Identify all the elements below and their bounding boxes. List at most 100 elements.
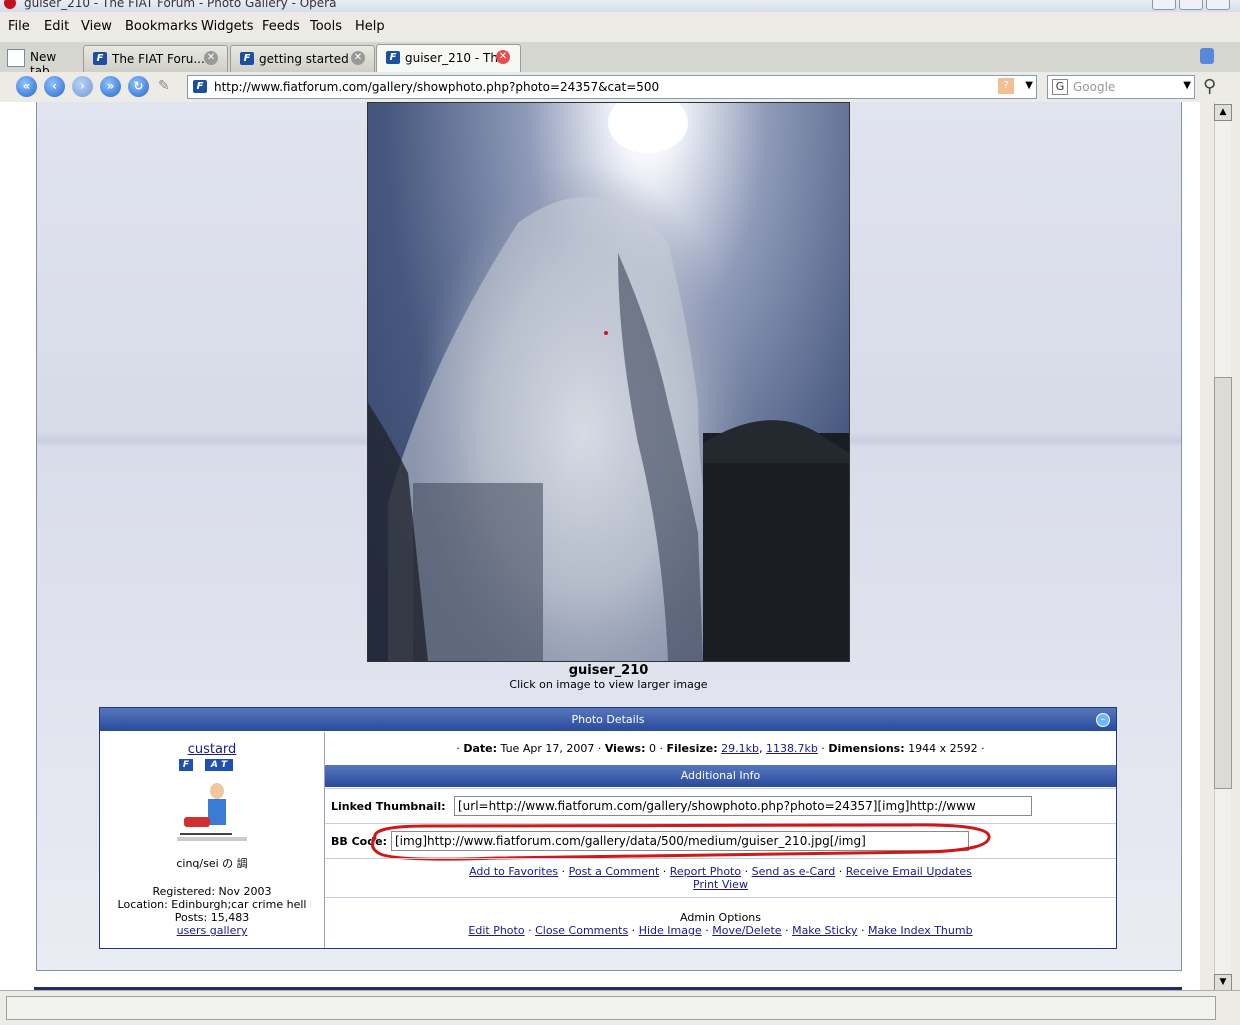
photo-info: · Date: Tue Apr 17, 2007 · Views: 0 · Fi… (325, 732, 1116, 948)
photo-image (368, 103, 849, 661)
google-icon: G (1052, 79, 1068, 95)
menu-view[interactable]: View (81, 19, 112, 34)
menu-bar: File Edit View Bookmarks Widgets Feeds T… (0, 12, 1240, 42)
photo-details-header: Photo Details – (100, 708, 1116, 731)
close-window-button[interactable] (1206, 0, 1230, 10)
close-tab-icon[interactable]: ✕ (496, 50, 510, 64)
additional-info-header: Additional Info (325, 765, 1116, 787)
reload-icon[interactable]: ↻ (128, 76, 149, 97)
window-title: guiser_210 - The FIAT Forum - Photo Gall… (24, 0, 337, 10)
date-value: Tue Apr 17, 2007 (500, 742, 595, 755)
photo-actions: Add to Favorites · Post a Comment · Repo… (325, 858, 1116, 897)
status-field (6, 996, 1216, 1020)
dimensions-value: 1944 x 2592 (908, 742, 978, 755)
add-to-favorites-link[interactable]: Add to Favorites (469, 865, 558, 878)
window-title-bar: guiser_210 - The FIAT Forum - Photo Gall… (0, 0, 1240, 12)
minimize-button[interactable] (1152, 0, 1176, 10)
filesize-label: Filesize: (666, 742, 718, 755)
hide-image-link[interactable]: Hide Image (639, 924, 702, 937)
date-label: Date: (463, 742, 498, 755)
back-icon[interactable]: ‹ (44, 76, 65, 97)
vertical-scrollbar[interactable]: ▲ ▼ (1200, 102, 1240, 991)
linked-thumbnail-label: Linked Thumbnail: (331, 800, 446, 813)
user-info: custard F A T cinq/sei の 調 Registered: N… (100, 732, 325, 948)
menu-feeds[interactable]: Feeds (262, 19, 300, 34)
site-favicon: F (193, 80, 207, 93)
users-gallery-link[interactable]: users gallery (100, 924, 324, 937)
search-icon[interactable]: ⚲ (1203, 76, 1216, 97)
close-tab-icon[interactable]: ✕ (204, 51, 218, 65)
status-bar (0, 990, 1240, 1025)
user-avatar: F A T (177, 759, 247, 843)
trash-icon[interactable] (1200, 48, 1214, 64)
avatar-badge-at: A T (205, 759, 233, 771)
filesize-original-link[interactable]: 1138.7kb (766, 742, 818, 755)
report-photo-link[interactable]: Report Photo (670, 865, 741, 878)
admin-actions-line: Edit Photo · Close Comments · Hide Image… (468, 924, 973, 937)
search-placeholder: Google (1073, 80, 1116, 94)
menu-file[interactable]: File (8, 19, 30, 34)
photo-details-title: Photo Details (571, 713, 645, 726)
avatar-shadow (177, 837, 247, 841)
move-delete-link[interactable]: Move/Delete (712, 924, 781, 937)
linked-thumbnail-field[interactable]: [url=http://www.fiatforum.com/gallery/sh… (454, 796, 1032, 816)
user-posts: Posts: 15,483 (174, 911, 250, 924)
search-field[interactable]: G Google ▼ (1047, 75, 1195, 99)
tab-guiser[interactable]: F guiser_210 - Th... ✕ (376, 44, 521, 73)
send-ecard-link[interactable]: Send as e-Card (752, 865, 836, 878)
edit-photo-link[interactable]: Edit Photo (468, 924, 524, 937)
admin-options: Admin Options Edit Photo · Close Comment… (325, 897, 1116, 949)
address-field[interactable]: F http://www.fiatforum.com/gallery/showp… (187, 75, 1037, 99)
fiat-forum-favicon: F (386, 51, 400, 64)
new-tab-button[interactable]: New tab (4, 46, 76, 78)
photo-caption: guiser_210 Click on image to view larger… (367, 663, 850, 691)
receive-email-updates-link[interactable]: Receive Email Updates (846, 865, 972, 878)
info-icon[interactable]: ? (998, 78, 1014, 94)
menu-help[interactable]: Help (355, 19, 385, 34)
user-tagline: cinq/sei の 調 (176, 857, 248, 870)
menu-widgets[interactable]: Widgets (201, 19, 254, 34)
menu-bookmarks[interactable]: Bookmarks (125, 19, 198, 34)
search-engine-dropdown-icon[interactable]: ▼ (1183, 80, 1191, 91)
address-url: http://www.fiatforum.com/gallery/showpho… (214, 80, 660, 94)
scroll-up-icon[interactable]: ▲ (1214, 104, 1232, 121)
scroll-down-icon[interactable]: ▼ (1214, 974, 1232, 991)
close-tab-icon[interactable]: ✕ (351, 51, 365, 65)
make-sticky-link[interactable]: Make Sticky (792, 924, 857, 937)
username-link[interactable]: custard (100, 742, 324, 757)
photo-details-panel: Photo Details – custard F A T cinq/sei の… (99, 707, 1117, 949)
photo-hint: Click on image to view larger image (509, 678, 708, 691)
views-value: 0 (649, 742, 656, 755)
forward-icon[interactable]: › (72, 76, 93, 97)
make-index-thumb-link[interactable]: Make Index Thumb (868, 924, 973, 937)
fiat-forum-favicon: F (93, 52, 107, 65)
tab-fiat-forum[interactable]: F The FIAT Foru...... ✕ (83, 45, 228, 72)
gallery-photo[interactable] (367, 102, 850, 662)
rewind-icon[interactable]: « (16, 76, 37, 97)
menu-edit[interactable]: Edit (44, 19, 69, 34)
address-dropdown-icon[interactable]: ▼ (1025, 80, 1033, 91)
dimensions-label: Dimensions: (828, 742, 905, 755)
linked-thumbnail-row: Linked Thumbnail: [url=http://www.fiatfo… (325, 788, 1116, 823)
tab-label: The FIAT Foru...... (112, 52, 217, 66)
post-comment-link[interactable]: Post a Comment (569, 865, 660, 878)
navigation-bar: « ‹ › » ↻ ✎ F http://www.fiatforum.com/g… (0, 72, 1240, 102)
fast-forward-icon[interactable]: » (100, 76, 121, 97)
tab-label: guiser_210 - Th... (405, 51, 510, 65)
photo-actions-line: Add to Favorites · Post a Comment · Repo… (469, 865, 972, 878)
menu-tools[interactable]: Tools (310, 19, 342, 34)
print-view-link[interactable]: Print View (325, 878, 1116, 891)
admin-options-title: Admin Options (680, 911, 761, 924)
maximize-button[interactable] (1179, 0, 1203, 10)
avatar-badge-f: F (179, 759, 193, 771)
collapse-icon[interactable]: – (1096, 713, 1110, 727)
tab-getting-started[interactable]: F getting started ... ✕ (230, 45, 375, 72)
user-location: Location: Edinburgh;car crime hell (117, 898, 307, 911)
page-viewport: guiser_210 Click on image to view larger… (0, 102, 1200, 990)
user-registered: Registered: Nov 2003 (152, 885, 272, 898)
filesize-medium-link[interactable]: 29.1kb (721, 742, 759, 755)
tab-bar: New tab F The FIAT Foru...... ✕ F gettin… (0, 42, 1240, 78)
close-comments-link[interactable]: Close Comments (535, 924, 628, 937)
wand-icon[interactable]: ✎ (158, 78, 170, 94)
scrollbar-thumb[interactable] (1214, 377, 1232, 789)
